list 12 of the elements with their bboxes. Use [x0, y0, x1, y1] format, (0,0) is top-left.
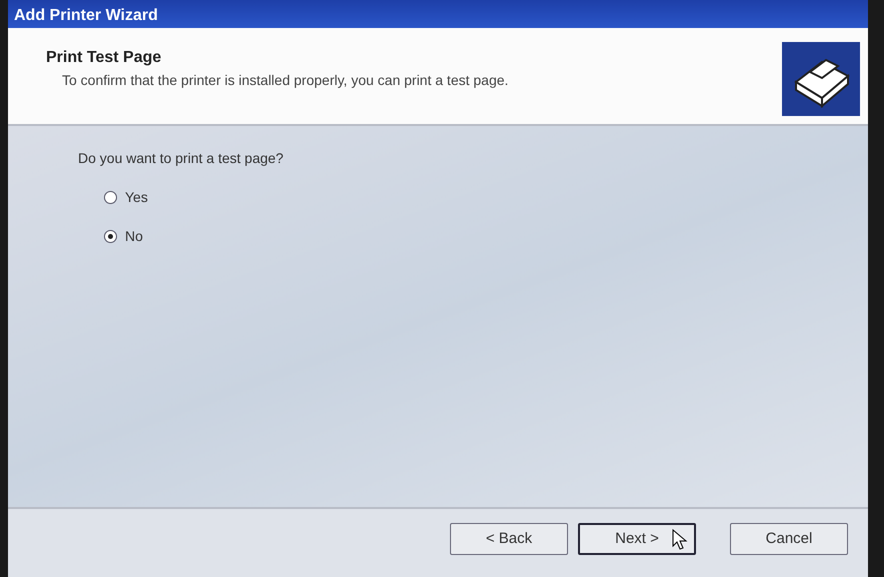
radio-button[interactable]: [104, 191, 117, 204]
cancel-button[interactable]: Cancel: [730, 523, 848, 555]
window-title: Add Printer Wizard: [8, 0, 868, 28]
back-button[interactable]: < Back: [450, 523, 568, 555]
header-subtitle: To confirm that the printer is installed properly, you can print a test page.: [61, 71, 508, 90]
cursor-icon: [672, 529, 688, 551]
next-button[interactable]: Next >: [578, 523, 696, 555]
option-label[interactable]: No: [125, 226, 143, 247]
header-title: Print Test Page: [46, 48, 162, 68]
option-label[interactable]: Yes: [125, 187, 148, 208]
question-text: Do you want to print a test page?: [78, 149, 284, 168]
radio-button[interactable]: [104, 230, 117, 243]
